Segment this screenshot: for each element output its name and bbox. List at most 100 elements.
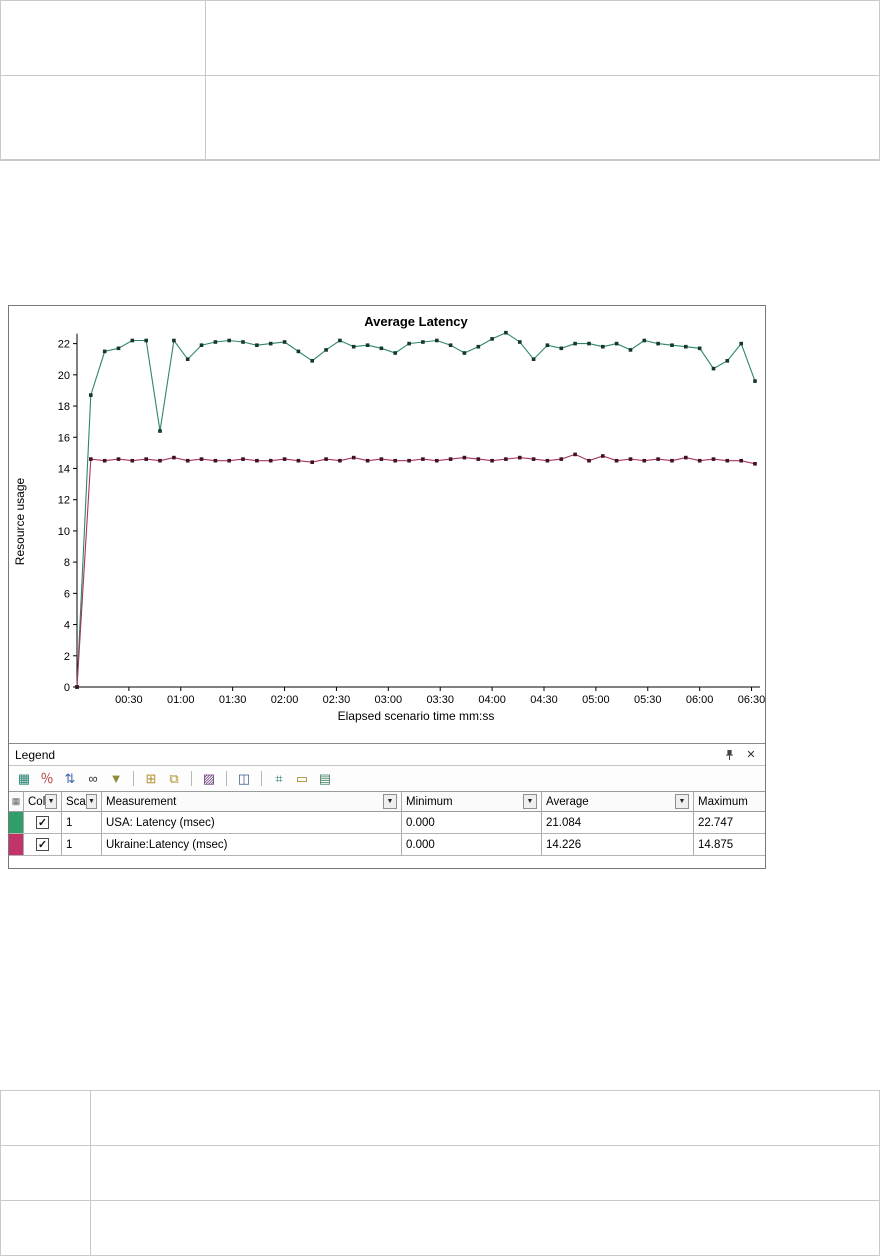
svg-text:12: 12: [58, 495, 70, 507]
legend-col-header-swatch: ▦: [9, 792, 24, 811]
table-cell: [206, 76, 879, 160]
legend-toolbar: ▦ ％ ⇅ ∞ ▼ ⊞ ⧉ ▨ ◫ ⌗ ▭ ▤: [9, 765, 765, 791]
svg-text:8: 8: [64, 557, 70, 569]
top-document-table: [0, 0, 880, 161]
legend-title: Legend: [15, 747, 56, 762]
svg-text:03:00: 03:00: [375, 694, 403, 706]
average-cell: 14.226: [542, 834, 694, 855]
configure-measurements-icon[interactable]: ％: [38, 770, 56, 787]
maximum-cell: 14.875: [698, 838, 734, 851]
svg-text:00:30: 00:30: [115, 694, 143, 706]
view-measurement-description-icon[interactable]: ∞: [84, 770, 102, 787]
svg-text:04:30: 04:30: [530, 694, 558, 706]
pin-icon[interactable]: [721, 747, 737, 762]
legend-col-header-minimum: Minimum ▼: [402, 792, 542, 811]
minimum-cell: 0.000: [402, 834, 542, 855]
table-cell: [1, 76, 206, 160]
legend-col-header-sca: Sca ▼: [62, 792, 102, 811]
page: { "chart_data": { "type": "line", "title…: [0, 0, 880, 1256]
svg-text:01:30: 01:30: [219, 694, 247, 706]
column-filter-dropdown[interactable]: ▼: [45, 794, 57, 809]
svg-text:04:00: 04:00: [478, 694, 506, 706]
svg-text:4: 4: [64, 620, 70, 632]
color-swatch: [9, 812, 24, 833]
graph-settings-icon[interactable]: ▨: [200, 770, 218, 787]
scale-cell: 1: [62, 812, 102, 833]
svg-text:06:00: 06:00: [686, 694, 714, 706]
visibility-checkbox[interactable]: ✓: [36, 816, 49, 829]
table-cell: [1, 1091, 91, 1146]
filter-icon[interactable]: ▼: [107, 770, 125, 787]
svg-text:02:30: 02:30: [323, 694, 351, 706]
minimum-cell: 0.000: [402, 812, 542, 833]
svg-text:05:30: 05:30: [634, 694, 662, 706]
select-columns-icon[interactable]: ◫: [235, 770, 253, 787]
visibility-checkbox[interactable]: ✓: [36, 838, 49, 851]
scale-cell: 1: [62, 834, 102, 855]
list-view-icon[interactable]: ▤: [316, 770, 334, 787]
legend-table-body: ✓ 1 USA: Latency (msec) 0.000 21.084 22.747 ✓ 1…: [9, 812, 765, 856]
column-label: Col: [28, 795, 46, 808]
svg-text:01:00: 01:00: [167, 694, 195, 706]
legend-col-header-average: Average ▼: [542, 792, 694, 811]
legend-col-header-col: Col ▼: [24, 792, 62, 811]
svg-text:Average Latency: Average Latency: [364, 314, 468, 329]
average-latency-chart: 0 2 4 6 8 10 12 14 16 18 20 22 00:30 01:00 01:30 02:00 0…: [9, 306, 765, 743]
svg-text:14: 14: [58, 463, 70, 475]
legend-row[interactable]: ✓ 1 Ukraine:Latency (msec) 0.000 14.226 14.87…: [9, 834, 765, 856]
table-cell: [91, 1201, 879, 1256]
color-swatch: [9, 834, 24, 855]
latency-chart-svg: 0 2 4 6 8 10 12 14 16 18 20 22 00:30 01:00 01:30 02:00 0…: [13, 314, 765, 723]
toolbar-separator: [133, 771, 134, 786]
web-page-diagnostics-icon[interactable]: ⌗: [270, 770, 288, 787]
svg-text:10: 10: [58, 526, 70, 538]
table-cell: [1, 1, 206, 76]
svg-text:06:30: 06:30: [738, 694, 765, 706]
copy-graph-icon[interactable]: ⧉: [165, 770, 183, 787]
table-cell: [91, 1146, 879, 1201]
column-label: Minimum: [406, 795, 453, 808]
legend-col-header-measurement: Measurement ▼: [102, 792, 402, 811]
sort-measurements-icon[interactable]: ⇅: [61, 770, 79, 787]
measurement-cell: USA: Latency (msec): [102, 812, 402, 833]
column-filter-dropdown[interactable]: ▼: [85, 794, 97, 809]
row-selector-icon: ▦: [11, 796, 21, 806]
table-cell: [1, 1201, 91, 1256]
legend-row[interactable]: ✓ 1 USA: Latency (msec) 0.000 21.084 22.747: [9, 812, 765, 834]
svg-text:18: 18: [58, 401, 70, 413]
column-label: Maximum: [698, 795, 748, 808]
table-cell: [206, 1, 879, 76]
svg-text:Elapsed scenario time mm:ss: Elapsed scenario time mm:ss: [338, 709, 495, 723]
close-icon[interactable]: ✕: [743, 747, 759, 762]
svg-text:02:00: 02:00: [271, 694, 299, 706]
legend-table-header: ▦ Col ▼ Sca ▼ Measurement ▼ Minimum ▼ Average ▼ Max…: [9, 791, 765, 812]
analysis-graph-panel: 0 2 4 6 8 10 12 14 16 18 20 22 00:30 01:00 01:30 02:00 0…: [8, 305, 766, 869]
svg-text:03:30: 03:30: [426, 694, 454, 706]
measurement-cell: Ukraine:Latency (msec): [102, 834, 402, 855]
average-cell: 21.084: [542, 812, 694, 833]
column-label: Average: [546, 795, 589, 808]
column-filter-dropdown[interactable]: ▼: [383, 794, 397, 809]
column-filter-dropdown[interactable]: ▼: [675, 794, 689, 809]
toolbar-separator: [191, 771, 192, 786]
svg-text:16: 16: [58, 432, 70, 444]
svg-text:2: 2: [64, 651, 70, 663]
svg-text:0: 0: [64, 682, 70, 694]
ruler-icon[interactable]: ▭: [293, 770, 311, 787]
checkbox-cell: ✓: [24, 812, 62, 833]
legend-titlebar: Legend ✕: [9, 743, 765, 765]
table-cell: [1, 1146, 91, 1201]
svg-text:22: 22: [58, 339, 70, 351]
toolbar-separator: [226, 771, 227, 786]
show-hide-graph-icon[interactable]: ▦: [15, 770, 33, 787]
export-to-excel-icon[interactable]: ⊞: [142, 770, 160, 787]
svg-text:6: 6: [64, 588, 70, 600]
bottom-document-table: [0, 1090, 880, 1256]
legend-col-header-maximum: Maximum: [694, 792, 765, 811]
column-label: Measurement: [106, 795, 177, 808]
svg-text:20: 20: [58, 370, 70, 382]
column-label: Sca: [66, 795, 86, 808]
toolbar-separator: [261, 771, 262, 786]
checkbox-cell: ✓: [24, 834, 62, 855]
column-filter-dropdown[interactable]: ▼: [523, 794, 537, 809]
